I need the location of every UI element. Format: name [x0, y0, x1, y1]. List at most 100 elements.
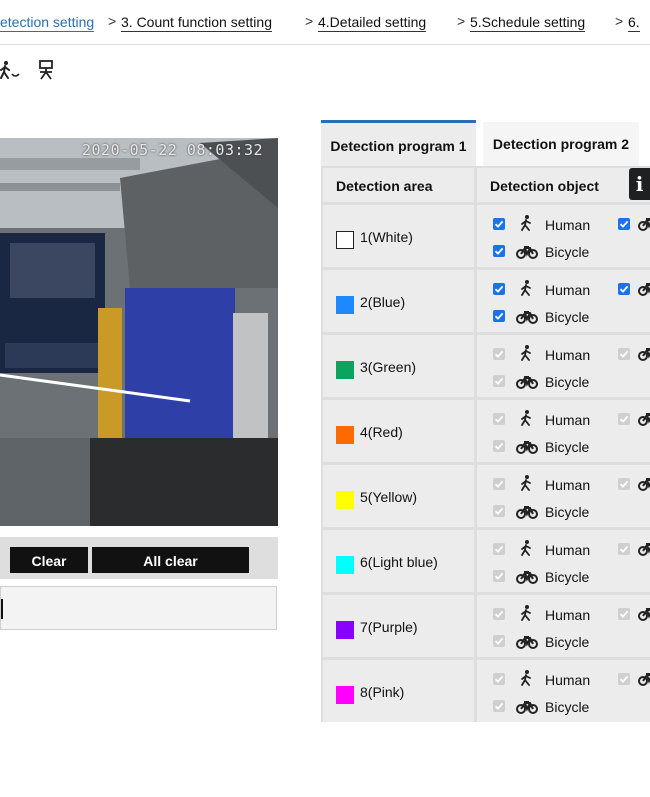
camera-view[interactable]: 2020-05-22 08:03:32	[0, 138, 278, 526]
area-color-swatch	[336, 491, 354, 509]
clear-button[interactable]: Clear	[10, 547, 88, 573]
bicycle-icon	[516, 568, 538, 584]
human-checkbox	[493, 348, 505, 360]
drawing-controls-bar: Clear All clear	[0, 537, 278, 579]
human-checkbox	[493, 673, 505, 685]
detection-area-cell: 8(Pink)	[323, 660, 474, 722]
detection-table: Detection area Detection object 1(White)…	[321, 166, 650, 722]
area-label: 5(Yellow)	[360, 489, 418, 505]
bicycle-label: Bicycle	[545, 244, 590, 260]
breadcrumb-detection-setting[interactable]: etection setting	[0, 14, 95, 32]
header-detection-area: Detection area	[323, 168, 474, 202]
vehicle-icon	[638, 475, 650, 491]
breadcrumb-separator: >	[108, 13, 117, 29]
tab-detection-program-2[interactable]: Detection program 2	[483, 122, 639, 166]
area-color-swatch	[336, 621, 354, 639]
person-standing-icon[interactable]	[37, 60, 59, 80]
human-label: Human	[545, 347, 591, 363]
detection-area-cell: 1(White)	[323, 205, 474, 267]
info-icon[interactable]: i	[629, 168, 650, 200]
human-icon	[517, 670, 537, 686]
area-color-swatch	[336, 231, 354, 249]
breadcrumb-detailed-setting[interactable]: 4.Detailed setting	[318, 14, 427, 32]
human-checkbox	[493, 543, 505, 555]
bicycle-icon	[516, 373, 538, 389]
area-label: 7(Purple)	[360, 619, 418, 635]
detection-object-cell: Human Bicycle	[477, 270, 650, 332]
breadcrumb-count-function-setting[interactable]: 3. Count function setting	[121, 14, 272, 32]
detection-object-cell: Human Bicycle	[477, 335, 650, 397]
detection-area-cell: 3(Green)	[323, 335, 474, 397]
human-label: Human	[545, 282, 591, 298]
vehicle-checkbox[interactable]	[618, 218, 630, 230]
human-label: Human	[545, 672, 591, 688]
detection-area-cell: 4(Red)	[323, 400, 474, 462]
area-label: 4(Red)	[360, 424, 403, 440]
detection-object-cell: Human Bicycle	[477, 660, 650, 722]
bicycle-icon	[516, 308, 538, 324]
bicycle-label: Bicycle	[545, 504, 590, 520]
vehicle-icon	[638, 345, 650, 361]
detection-object-cell: Human Bicycle	[477, 465, 650, 527]
bicycle-icon	[516, 438, 538, 454]
bicycle-icon	[516, 698, 538, 714]
human-checkbox[interactable]	[493, 283, 505, 295]
person-walking-icon[interactable]	[0, 60, 22, 80]
all-clear-button[interactable]: All clear	[92, 547, 249, 573]
human-checkbox[interactable]	[493, 218, 505, 230]
area-color-swatch	[336, 686, 354, 704]
bicycle-checkbox	[493, 375, 505, 387]
breadcrumb-separator: >	[615, 13, 624, 29]
human-icon	[517, 540, 537, 556]
human-checkbox	[493, 413, 505, 425]
tab-detection-program-1[interactable]: Detection program 1	[321, 120, 476, 169]
bicycle-label: Bicycle	[545, 634, 590, 650]
bicycle-label: Bicycle	[545, 374, 590, 390]
detection-area-cell: 5(Yellow)	[323, 465, 474, 527]
vehicle-checkbox	[618, 673, 630, 685]
bicycle-checkbox	[493, 635, 505, 647]
breadcrumb-next-step[interactable]: 6.	[628, 14, 640, 32]
breadcrumb: etection setting > 3. Count function set…	[0, 0, 650, 45]
vehicle-icon	[638, 410, 650, 426]
vehicle-checkbox	[618, 413, 630, 425]
bicycle-icon	[516, 633, 538, 649]
human-icon	[517, 410, 537, 426]
detection-object-cell: Human Bicycle	[477, 595, 650, 657]
human-checkbox	[493, 608, 505, 620]
human-icon	[517, 280, 537, 296]
area-label: 2(Blue)	[360, 294, 406, 310]
bicycle-checkbox	[493, 570, 505, 582]
detection-area-cell: 6(Light blue)	[323, 530, 474, 592]
bicycle-label: Bicycle	[545, 309, 590, 325]
area-label: 1(White)	[360, 229, 413, 245]
human-label: Human	[545, 217, 591, 233]
human-icon	[517, 605, 537, 621]
bicycle-checkbox[interactable]	[493, 245, 505, 257]
area-color-swatch	[336, 556, 354, 574]
detection-area-cell: 2(Blue)	[323, 270, 474, 332]
breadcrumb-schedule-setting[interactable]: 5.Schedule setting	[470, 14, 586, 32]
vehicle-checkbox[interactable]	[618, 283, 630, 295]
detection-object-cell: Human Bicycle	[477, 530, 650, 592]
vehicle-checkbox	[618, 478, 630, 490]
vehicle-icon	[638, 670, 650, 686]
vehicle-checkbox	[618, 608, 630, 620]
human-label: Human	[545, 607, 591, 623]
bicycle-label: Bicycle	[545, 569, 590, 585]
vehicle-icon	[638, 540, 650, 556]
human-icon	[517, 475, 537, 491]
bicycle-checkbox[interactable]	[493, 310, 505, 322]
human-checkbox	[493, 478, 505, 490]
header-detection-object: Detection object	[477, 168, 650, 202]
detection-object-cell: Human Bicycle	[477, 205, 650, 267]
area-label: 3(Green)	[360, 359, 417, 375]
vehicle-icon	[638, 280, 650, 296]
bicycle-icon	[516, 503, 538, 519]
human-label: Human	[545, 542, 591, 558]
breadcrumb-separator: >	[305, 13, 314, 29]
camera-input-field[interactable]	[0, 586, 277, 630]
text-cursor	[1, 599, 3, 619]
area-color-swatch	[336, 426, 354, 444]
breadcrumb-separator: >	[457, 13, 466, 29]
